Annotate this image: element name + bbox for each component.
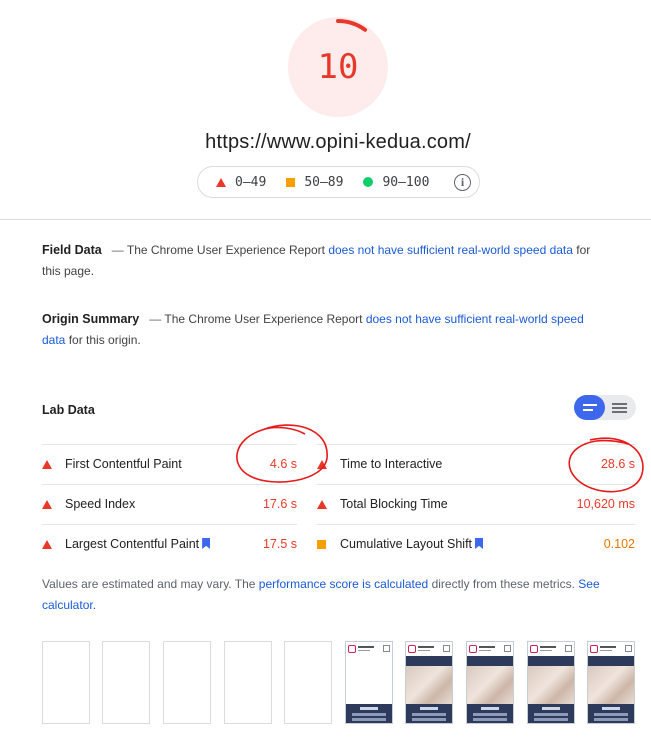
annotation-overlay — [236, 424, 644, 493]
filmstrip-frame — [527, 641, 575, 724]
filmstrip-frame — [42, 641, 90, 724]
note-text-middle: directly from these metrics. — [431, 577, 575, 591]
note-text: Values are estimated and may vary. The — [42, 577, 256, 591]
values-estimate-note: Values are estimated and may vary. The p… — [42, 574, 602, 616]
filmstrip-frame — [405, 641, 453, 724]
performance-score-link[interactable]: performance score is calculated — [259, 577, 428, 591]
filmstrip-frame — [163, 641, 211, 724]
filmstrip-frame — [466, 641, 514, 724]
annotation-circle-tti — [568, 437, 644, 493]
filmstrip-frame — [345, 641, 393, 724]
annotation-circle-fcp — [236, 424, 328, 483]
filmstrip-frame — [284, 641, 332, 724]
filmstrip-frame — [587, 641, 635, 724]
filmstrip-frame — [102, 641, 150, 724]
filmstrip-frame — [224, 641, 272, 724]
